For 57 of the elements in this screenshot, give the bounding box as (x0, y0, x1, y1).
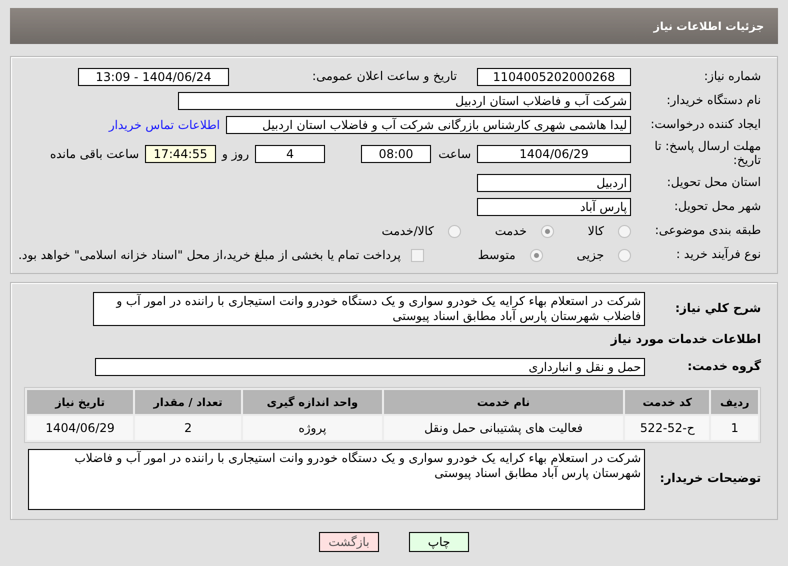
field-label: شرح کلي نياز: (674, 302, 761, 316)
city-field: پارس آباد (477, 198, 631, 216)
service-group-field: حمل و نقل و انبارداری (95, 358, 645, 376)
days-label: روز و (222, 147, 249, 161)
radio-button[interactable] (540, 224, 554, 238)
table-cell: پروژه (242, 416, 382, 440)
buyer-contact-link[interactable]: اطلاعات تماس خریدار (108, 118, 220, 132)
field-label: نوع فرآیند خرید : (675, 248, 761, 262)
column-header: نام خدمت (384, 390, 624, 414)
radio-label: خدمت (494, 224, 527, 238)
column-header: ردیف (711, 390, 758, 414)
need-number-field: 1104005202000268 (477, 68, 631, 86)
requester-field: لیدا هاشمی شهری کارشناس بازرگانی شرکت آب و فاضلاب استان اردبیل (226, 116, 631, 134)
back-button[interactable]: بازگشت (319, 532, 379, 552)
province-field: اردبیل (477, 174, 631, 192)
field-label: ایجاد کننده درخواست: (649, 118, 761, 132)
radio-label: جزیی (576, 248, 604, 262)
field-label: توضیحات خریدار: (658, 472, 761, 486)
field-label: گروه خدمت: (686, 360, 761, 374)
column-header: کد خدمت (625, 390, 710, 414)
description-field: شرکت در استعلام بهاء کرایه یک خودرو سواری و یک دستگاه خودرو وانت استیجاری با راننده در امور آب و فاضلاب شهرستان پارس آباد مطابق اسناد پیوستی (93, 292, 645, 326)
table-cell: فعالیت های پشتیبانی حمل ونقل (384, 416, 624, 440)
announce-date-field: 1404/06/24 - 13:09 (78, 68, 229, 86)
checkbox[interactable] (410, 248, 424, 262)
field-label: مهلت ارسال پاسخ: تا تاریخ: (653, 140, 761, 168)
remaining-time-field: 17:44:55 (145, 145, 216, 163)
remaining-label: ساعت باقی مانده (50, 147, 139, 161)
days-field: 4 (255, 145, 325, 163)
field-label: شهر محل تحویل: (673, 200, 761, 214)
buyer-field: شرکت آب و فاضلاب استان اردبیل (178, 92, 631, 110)
radio-label: کالا/خدمت (382, 224, 434, 238)
print-button[interactable]: چاپ (409, 532, 469, 552)
deadline-time-field: 08:00 (361, 145, 431, 163)
radio-button[interactable] (530, 248, 543, 262)
table-cell: 1404/06/29 (27, 416, 134, 440)
radio-label: کالا (588, 224, 604, 238)
radio-button[interactable] (448, 224, 461, 238)
table-cell: ح-52-522 (625, 416, 710, 440)
column-header: تعداد / مقدار (135, 390, 241, 414)
radio-button[interactable] (618, 248, 631, 262)
radio-button[interactable] (618, 224, 631, 238)
table-cell: 1 (711, 416, 758, 440)
radio-label: متوسط (478, 248, 516, 262)
field-label: نام دستگاه خریدار: (666, 94, 761, 108)
field-label: تاریخ و ساعت اعلان عمومی: (311, 70, 458, 84)
field-label: طبقه بندی موضوعی: (654, 224, 761, 238)
field-label: شماره نیاز: (703, 70, 761, 84)
checkbox-label: پرداخت تمام یا بخشی از مبلغ خرید،از محل "اسناد خزانه اسلامی" خواهد بود. (18, 248, 401, 262)
field-label: استان محل تحویل: (666, 176, 761, 190)
table-cell: 2 (135, 416, 241, 440)
page-title: جزئیات اطلاعات نیاز (654, 20, 764, 32)
section-heading: اطلاعات خدمات مورد نیاز (609, 333, 761, 347)
column-header: تاریخ نیاز (27, 390, 134, 414)
deadline-date-field: 1404/06/29 (477, 145, 631, 163)
column-header: واحد اندازه گیری (242, 390, 382, 414)
buyer-notes-field: شرکت در استعلام بهاء کرایه یک خودرو سواری و یک دستگاه خودرو وانت استیجاری با راننده در امور آب و فاضلاب شهرستان پارس آباد مطابق اسناد پیوستی (28, 448, 645, 510)
time-label: ساعت (437, 147, 471, 161)
